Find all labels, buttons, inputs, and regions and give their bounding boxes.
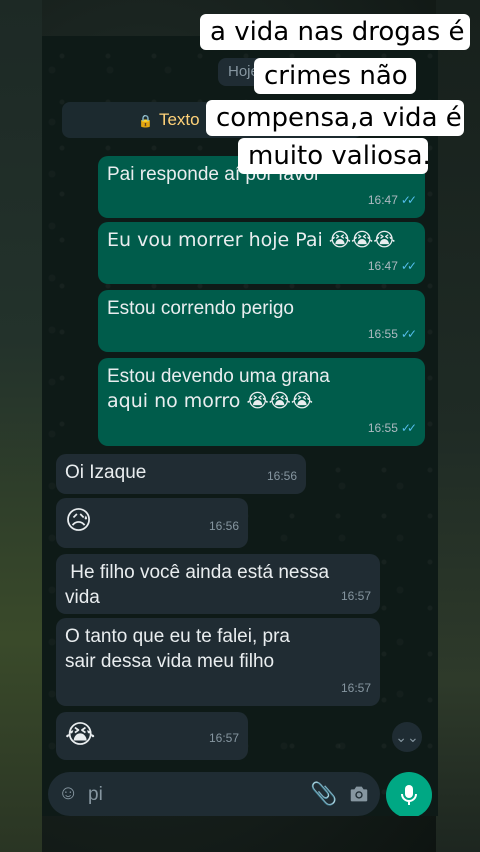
message-text: Eu vou morrer hoje Pai 😭😭😭: [107, 229, 396, 251]
encryption-notice-text: Texto: [158, 110, 200, 129]
message-time: 16:55: [367, 327, 398, 341]
message-bubble-outgoing[interactable]: Estou correndo perigo 16:55 ✓✓: [98, 290, 425, 352]
scroll-down-button[interactable]: ⌄⌄: [392, 722, 422, 752]
message-input[interactable]: [86, 782, 250, 808]
message-bubble-incoming[interactable]: Oi Izaque 16:56: [56, 454, 306, 494]
message-text: Oi Izaque: [65, 462, 147, 483]
mic-button[interactable]: [386, 772, 432, 816]
caption-line: muito valiosa.: [238, 138, 431, 174]
chevron-down-icon: ⌄⌄: [395, 729, 419, 745]
message-text-line: vida: [65, 587, 100, 608]
message-bubble-incoming[interactable]: 😭 16:57: [56, 712, 248, 760]
emoji-icon[interactable]: ☺: [58, 782, 80, 804]
caption-line: crimes não: [254, 58, 416, 94]
message-time: 16:57: [340, 589, 371, 603]
double-check-icon: ✓✓: [400, 421, 417, 435]
message-time: 16:56: [208, 519, 239, 533]
caption-line: compensa,a vida é: [206, 100, 464, 136]
microphone-icon: [401, 785, 417, 805]
message-text: Estou correndo perigo: [107, 298, 294, 319]
message-bubble-incoming[interactable]: O tanto que eu te falei, pra sair dessa …: [56, 618, 380, 706]
message-time: 16:47: [367, 193, 398, 207]
caption-line: a vida nas drogas é: [200, 14, 470, 50]
message-text-line: Estou devendo uma grana: [107, 366, 330, 387]
message-time: 16:47: [367, 259, 398, 273]
message-bubble-incoming[interactable]: 😥 16:56: [56, 498, 248, 548]
message-time: 16:56: [266, 469, 297, 483]
message-text-line: He filho você ainda está nessa: [65, 562, 330, 583]
camera-icon[interactable]: [348, 783, 370, 805]
message-bubble-outgoing[interactable]: Eu vou morrer hoje Pai 😭😭😭 16:47 ✓✓: [98, 222, 425, 284]
message-time: 16:55: [367, 421, 398, 435]
message-text-line: O tanto que eu te falei, pra: [65, 626, 290, 647]
lock-icon: 🔒: [138, 114, 153, 128]
message-text-line: sair dessa vida meu filho: [65, 651, 275, 672]
double-check-icon: ✓✓: [400, 193, 417, 207]
paperclip-icon[interactable]: 📎: [310, 782, 337, 806]
message-time: 16:57: [208, 731, 239, 745]
message-bubble-incoming[interactable]: He filho você ainda está nessa vida 16:5…: [56, 554, 380, 614]
video-blur-left: [0, 0, 42, 852]
message-bubble-outgoing[interactable]: Estou devendo uma grana aqui no morro 😭😭…: [98, 358, 425, 446]
double-check-icon: ✓✓: [400, 259, 417, 273]
message-input-bar: ☺ 📎: [48, 772, 380, 816]
double-check-icon: ✓✓: [400, 327, 417, 341]
message-text-line: aqui no morro 😭😭😭: [107, 390, 314, 412]
message-time: 16:57: [340, 681, 371, 695]
